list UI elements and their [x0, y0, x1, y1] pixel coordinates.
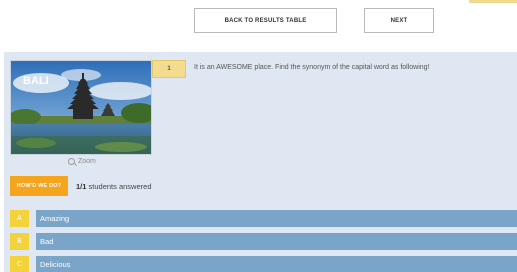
- answered-summary: 1/1 students answered: [76, 182, 152, 191]
- question-image[interactable]: BALI: [10, 60, 152, 155]
- zoom-label: Zoom: [78, 158, 96, 165]
- option-c[interactable]: C Delicious: [10, 256, 517, 272]
- zoom-link[interactable]: Zoom: [68, 158, 96, 165]
- answered-label: students answered: [88, 182, 152, 191]
- answered-count: 1/1: [76, 182, 87, 191]
- image-caption: BALI: [23, 75, 49, 87]
- question-number-badge: 1: [152, 60, 186, 78]
- option-label: Bad: [36, 233, 517, 250]
- option-letter: A: [10, 210, 29, 227]
- magnifier-icon: [68, 158, 75, 165]
- corner-accent: [469, 0, 517, 3]
- option-b[interactable]: B Bad: [10, 233, 517, 250]
- question-text: It is an AWESOME place. Find the synonym…: [194, 64, 430, 71]
- next-button[interactable]: NEXT: [364, 8, 434, 33]
- option-letter: B: [10, 233, 29, 250]
- howd-we-do-button[interactable]: HOW'D WE DO?: [10, 176, 68, 196]
- option-label: Amazing: [36, 210, 517, 227]
- back-to-results-button[interactable]: BACK TO RESULTS TABLE: [194, 8, 337, 33]
- option-letter: C: [10, 256, 29, 272]
- option-a[interactable]: A Amazing: [10, 210, 517, 227]
- option-label: Delicious: [36, 256, 517, 272]
